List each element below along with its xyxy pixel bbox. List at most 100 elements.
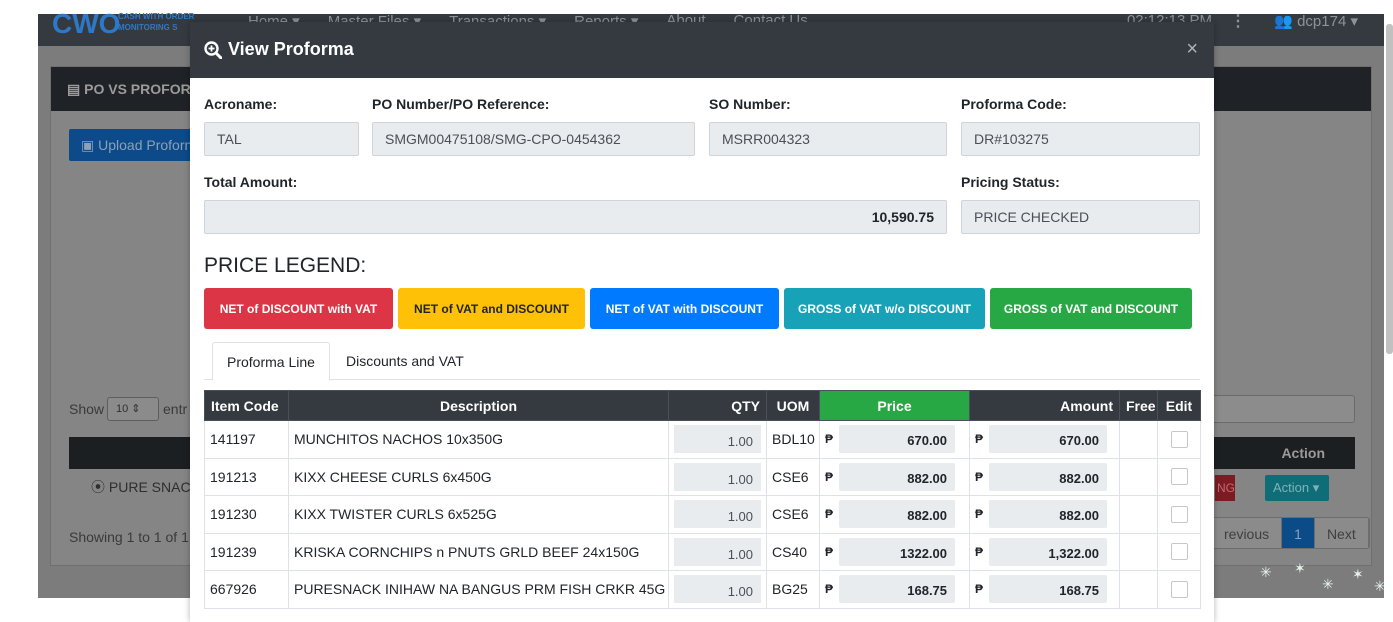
table-row[interactable]: 667926 PURESNACK INIHAW NA BANGUS PRM FI… bbox=[204, 570, 1201, 609]
qty-cell: 1.00 bbox=[668, 532, 767, 571]
peso-icon: ₱ bbox=[975, 544, 984, 559]
col-description: Description bbox=[288, 390, 669, 421]
peso-icon: ₱ bbox=[975, 507, 984, 522]
entries-label: entr bbox=[163, 401, 188, 417]
free-cell bbox=[1119, 495, 1158, 534]
pagination-page-1[interactable]: 1 bbox=[1282, 518, 1315, 548]
qty-field[interactable]: 1.00 bbox=[674, 500, 761, 529]
acroname-field[interactable]: TAL bbox=[204, 122, 359, 156]
edit-cell bbox=[1157, 532, 1201, 571]
price-field[interactable]: 1322.00 bbox=[839, 537, 956, 566]
edit-cell bbox=[1157, 570, 1201, 609]
price-cell: ₱ 168.75 bbox=[819, 570, 970, 609]
peso-icon: ₱ bbox=[825, 544, 834, 559]
price-cell: ₱ 882.00 bbox=[819, 495, 970, 534]
total-amount-label: Total Amount: bbox=[204, 174, 298, 190]
amount-cell: ₱ 882.00 bbox=[969, 457, 1120, 496]
action-dropdown-button[interactable]: Action ▾ bbox=[1265, 475, 1329, 501]
peso-icon: ₱ bbox=[975, 469, 984, 484]
table-row[interactable]: 191230 KIXX TWISTER CURLS 6x525G 1.00 CS… bbox=[204, 495, 1201, 534]
edit-cell bbox=[1157, 457, 1201, 496]
col-price: Price bbox=[819, 390, 970, 421]
item-uom: CSE6 bbox=[766, 495, 820, 534]
free-cell bbox=[1119, 532, 1158, 571]
peso-icon: ₱ bbox=[825, 507, 834, 522]
amount-field[interactable]: 882.00 bbox=[989, 462, 1108, 491]
edit-checkbox[interactable] bbox=[1170, 505, 1188, 523]
edit-checkbox[interactable] bbox=[1170, 580, 1188, 598]
item-code: 191213 bbox=[204, 457, 289, 496]
amount-field[interactable]: 1,322.00 bbox=[989, 537, 1108, 566]
table-row[interactable]: 141197 MUNCHITOS NACHOS 10x350G 1.00 BDL… bbox=[204, 420, 1201, 459]
snowflake-icon: ✳ bbox=[1322, 576, 1334, 592]
qty-cell: 1.00 bbox=[668, 570, 767, 609]
po-number-label: PO Number/PO Reference: bbox=[372, 96, 550, 112]
snowflake-decoration: ✳ ✶ ✳ ✶ ✳ bbox=[1256, 558, 1386, 598]
po-number-field[interactable]: SMGM00475108/SMG-CPO-0454362 bbox=[372, 122, 695, 156]
pagination-next[interactable]: Next bbox=[1314, 518, 1369, 548]
amount-field[interactable]: 882.00 bbox=[989, 500, 1108, 529]
item-description: KIXX TWISTER CURLS 6x525G bbox=[288, 495, 669, 534]
qty-field[interactable]: 1.00 bbox=[674, 425, 761, 454]
modal-title-text: View Proforma bbox=[228, 39, 354, 59]
tab-discounts-and-vat[interactable]: Discounts and VAT bbox=[332, 342, 478, 381]
proforma-lines-table: Item Code Description QTY UOM Price Amou… bbox=[204, 390, 1201, 609]
pagination-previous[interactable]: revious bbox=[1212, 518, 1283, 548]
upload-file-icon: ▣ bbox=[81, 137, 95, 153]
col-item-code: Item Code bbox=[204, 390, 289, 421]
radio-icon[interactable]: ⦿ bbox=[91, 479, 105, 495]
snowflake-icon: ✶ bbox=[1294, 560, 1306, 576]
table-row[interactable]: 191213 KIXX CHEESE CURLS 6x450G 1.00 CSE… bbox=[204, 457, 1201, 496]
amount-field[interactable]: 670.00 bbox=[989, 425, 1108, 454]
pricing-status-field[interactable]: PRICE CHECKED bbox=[961, 200, 1200, 234]
price-field[interactable]: 168.75 bbox=[839, 575, 956, 604]
row-vendor: PURE SNACK bbox=[108, 479, 200, 495]
user-menu[interactable]: 👥 dcp174 ▾ bbox=[1274, 12, 1358, 30]
table-row[interactable]: 191239 KRISKA CORNCHIPS n PNUTS GRLD BEE… bbox=[204, 532, 1201, 571]
pricing-status-label: Pricing Status: bbox=[961, 174, 1060, 190]
total-amount-field[interactable]: 10,590.75 bbox=[204, 200, 947, 234]
edit-checkbox[interactable] bbox=[1170, 543, 1188, 561]
amount-field[interactable]: 168.75 bbox=[989, 575, 1108, 604]
user-icon: 👥 bbox=[1274, 13, 1293, 30]
action-column-header[interactable]: Action bbox=[1281, 445, 1325, 461]
page-scrollbar[interactable] bbox=[1386, 24, 1393, 354]
user-name: dcp174 ▾ bbox=[1297, 13, 1358, 30]
showing-info: Showing 1 to 1 of 1 bbox=[69, 529, 189, 545]
peso-icon: ₱ bbox=[825, 582, 834, 597]
amount-cell: ₱ 168.75 bbox=[969, 570, 1120, 609]
legend-net-discount-with-vat: NET of DISCOUNT with VAT bbox=[204, 288, 393, 329]
snowflake-icon: ✳ bbox=[1260, 564, 1272, 580]
tab-proforma-line[interactable]: Proforma Line bbox=[212, 342, 330, 381]
app-logo[interactable]: CWO bbox=[52, 8, 120, 40]
entries-select[interactable]: 10 ⇕ bbox=[107, 397, 159, 421]
so-number-field[interactable]: MSRR004323 bbox=[709, 122, 947, 156]
file-icon: ▤ bbox=[67, 81, 81, 97]
proforma-code-field[interactable]: DR#103275 bbox=[961, 122, 1200, 156]
item-description: MUNCHITOS NACHOS 10x350G bbox=[288, 420, 669, 459]
qty-field[interactable]: 1.00 bbox=[674, 575, 761, 604]
price-field[interactable]: 882.00 bbox=[839, 500, 956, 529]
logo-sub-line-1: CASH WITH ORDER bbox=[118, 12, 195, 21]
table-row[interactable]: ⦿ PURE SNACK bbox=[91, 477, 200, 497]
price-field[interactable]: 882.00 bbox=[839, 462, 956, 491]
qty-field[interactable]: 1.00 bbox=[674, 462, 761, 491]
price-field[interactable]: 670.00 bbox=[839, 425, 956, 454]
peso-icon: ₱ bbox=[975, 432, 984, 447]
magnify-plus-icon bbox=[204, 40, 222, 59]
item-description: KIXX CHEESE CURLS 6x450G bbox=[288, 457, 669, 496]
table-search-input[interactable] bbox=[1211, 395, 1355, 423]
edit-checkbox[interactable] bbox=[1170, 430, 1188, 448]
close-icon[interactable]: × bbox=[1186, 38, 1198, 61]
kebab-menu-icon[interactable]: ⋮ bbox=[1230, 11, 1246, 31]
upload-label: Upload Proforn bbox=[98, 137, 193, 153]
qty-field[interactable]: 1.00 bbox=[674, 537, 761, 566]
item-code: 667926 bbox=[204, 570, 289, 609]
item-code: 191239 bbox=[204, 532, 289, 571]
snowflake-icon: ✳ bbox=[1374, 578, 1386, 594]
proforma-tabs: Proforma Line Discounts and VAT bbox=[204, 342, 1200, 381]
item-uom: CS40 bbox=[766, 532, 820, 571]
col-edit: Edit bbox=[1157, 390, 1201, 421]
edit-checkbox[interactable] bbox=[1170, 468, 1188, 486]
item-uom: BG25 bbox=[766, 570, 820, 609]
